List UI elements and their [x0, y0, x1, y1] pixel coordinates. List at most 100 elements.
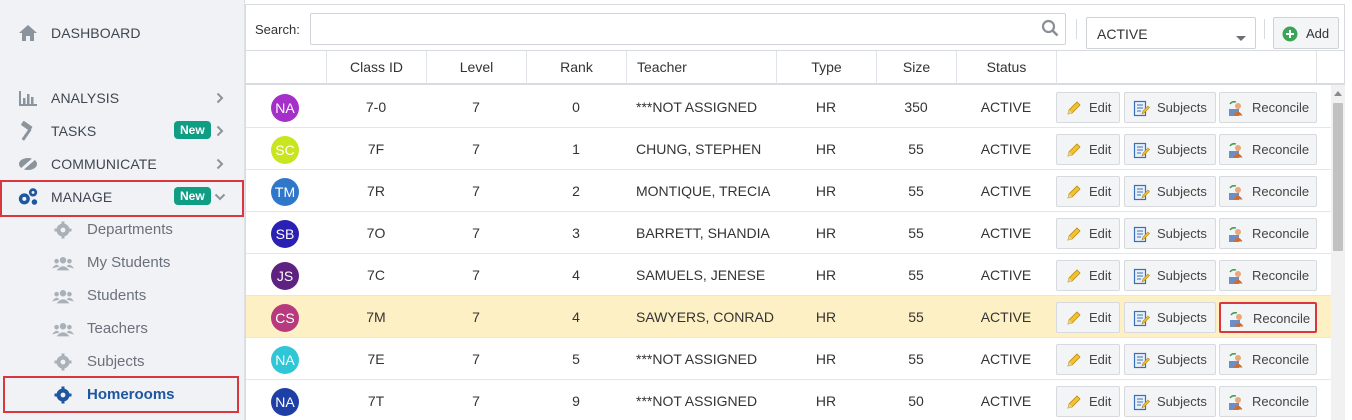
table-row[interactable]: NA 7T 7 9 ***NOT ASSIGNED HR 50 ACTIVE E… — [246, 380, 1332, 420]
sub-teachers[interactable]: Teachers — [0, 312, 245, 345]
table-row[interactable]: SC 7F 7 1 CHUNG, STEPHEN HR 55 ACTIVE Ed… — [246, 128, 1332, 170]
user-sync-icon — [1228, 184, 1245, 201]
sub-students[interactable]: Students — [0, 279, 245, 312]
cell-rank: 9 — [572, 393, 580, 409]
reconcile-button[interactable]: Reconcile — [1219, 92, 1317, 123]
reconcile-button[interactable]: Reconcile — [1219, 176, 1317, 207]
cell-size: 55 — [908, 309, 924, 325]
sub-subjects[interactable]: Subjects — [0, 345, 245, 378]
bar-chart-icon — [17, 87, 39, 109]
edit-button[interactable]: Edit — [1056, 386, 1120, 417]
user-sync-icon — [1229, 311, 1246, 328]
reconcile-button[interactable]: Reconcile — [1219, 302, 1317, 333]
subjects-button-label: Subjects — [1157, 226, 1207, 241]
status-filter-select[interactable]: ACTIVE — [1086, 17, 1256, 49]
add-button[interactable]: Add — [1273, 17, 1339, 49]
cell-rank: 3 — [572, 225, 580, 241]
cell-rank: 4 — [572, 267, 580, 283]
table-row[interactable]: TM 7R 7 2 MONTIQUE, TRECIA HR 55 ACTIVE … — [246, 170, 1332, 212]
edit-button[interactable]: Edit — [1056, 344, 1120, 375]
subjects-button[interactable]: Subjects — [1124, 218, 1216, 249]
avatar: CS — [271, 304, 299, 332]
table-row[interactable]: CS 7M 7 4 SAWYERS, CONRAD HR 55 ACTIVE E… — [246, 296, 1332, 338]
subjects-button-label: Subjects — [1157, 100, 1207, 115]
cell-type: HR — [815, 183, 837, 199]
col-class-id[interactable]: Class ID — [326, 51, 426, 84]
cell-level: 7 — [472, 309, 480, 325]
document-edit-icon — [1133, 310, 1150, 327]
col-status[interactable]: Status — [956, 51, 1056, 84]
nav-analysis[interactable]: ANALYSIS — [0, 81, 245, 114]
user-sync-icon — [1228, 226, 1245, 243]
subjects-button[interactable]: Subjects — [1124, 92, 1216, 123]
nav-tasks[interactable]: TASKS New — [0, 114, 245, 147]
col-rank[interactable]: Rank — [526, 51, 626, 84]
cell-level: 7 — [472, 183, 480, 199]
edit-button[interactable]: Edit — [1056, 260, 1120, 291]
cell-level: 7 — [472, 267, 480, 283]
col-teacher[interactable]: Teacher — [626, 51, 776, 84]
search-field[interactable] — [310, 13, 1066, 45]
avatar: TM — [271, 178, 299, 206]
vertical-scrollbar[interactable] — [1331, 85, 1345, 420]
edit-button-label: Edit — [1089, 352, 1112, 367]
avatar: NA — [271, 94, 299, 122]
homerooms-highlight-box — [3, 376, 239, 413]
nav-communicate[interactable]: COMMUNICATE — [0, 147, 245, 180]
edit-button-label: Edit — [1089, 100, 1112, 115]
cell-rank: 2 — [572, 183, 580, 199]
subjects-button-label: Subjects — [1157, 352, 1207, 367]
table-header: Class ID Level Rank Teacher Type Size St… — [246, 51, 1344, 85]
subjects-button[interactable]: Subjects — [1124, 134, 1216, 165]
reconcile-button[interactable]: Reconcile — [1219, 344, 1317, 375]
col-type[interactable]: Type — [776, 51, 876, 84]
pencil-icon — [1065, 268, 1082, 285]
subjects-button[interactable]: Subjects — [1124, 302, 1216, 333]
reconcile-button[interactable]: Reconcile — [1219, 218, 1317, 249]
subjects-button[interactable]: Subjects — [1124, 176, 1216, 207]
cell-level: 7 — [472, 99, 480, 115]
cell-class-id: 7O — [366, 225, 386, 241]
search-input[interactable] — [319, 19, 1019, 39]
nav-dashboard[interactable]: DASHBOARD — [0, 16, 245, 49]
table-row[interactable]: NA 7-0 7 0 ***NOT ASSIGNED HR 350 ACTIVE… — [246, 86, 1332, 128]
table-row[interactable]: NA 7E 7 5 ***NOT ASSIGNED HR 55 ACTIVE E… — [246, 338, 1332, 380]
col-avatar-header — [246, 51, 326, 84]
scrollbar-thumb[interactable] — [1333, 103, 1343, 251]
reconcile-button[interactable]: Reconcile — [1219, 260, 1317, 291]
cell-size: 55 — [908, 141, 924, 157]
nav-communicate-label: COMMUNICATE — [51, 155, 157, 172]
sub-my-students[interactable]: My Students — [0, 246, 245, 279]
subjects-button[interactable]: Subjects — [1124, 260, 1216, 291]
nav-dashboard-label: DASHBOARD — [51, 24, 141, 41]
users-icon — [52, 252, 74, 274]
edit-button-label: Edit — [1089, 184, 1112, 199]
table-row[interactable]: SB 7O 7 3 BARRETT, SHANDIA HR 55 ACTIVE … — [246, 212, 1332, 254]
gear-icon — [52, 351, 74, 373]
edit-button[interactable]: Edit — [1056, 134, 1120, 165]
cell-rank: 5 — [572, 351, 580, 367]
nav-tasks-label: TASKS — [51, 122, 97, 139]
pencil-icon — [1065, 100, 1082, 117]
cell-class-id: 7E — [367, 351, 385, 367]
cell-class-id: 7R — [367, 183, 385, 199]
edit-button[interactable]: Edit — [1056, 218, 1120, 249]
subjects-button[interactable]: Subjects — [1124, 344, 1216, 375]
reconcile-button[interactable]: Reconcile — [1219, 386, 1317, 417]
edit-button[interactable]: Edit — [1056, 176, 1120, 207]
document-edit-icon — [1133, 142, 1150, 159]
edit-button-label: Edit — [1089, 226, 1112, 241]
user-sync-icon — [1228, 142, 1245, 159]
reconcile-button-label: Reconcile — [1252, 394, 1310, 409]
sub-departments[interactable]: Departments — [0, 213, 245, 246]
table-row[interactable]: JS 7C 7 4 SAMUELS, JENESE HR 55 ACTIVE E… — [246, 254, 1332, 296]
edit-button[interactable]: Edit — [1056, 92, 1120, 123]
cell-level: 7 — [472, 225, 480, 241]
edit-button[interactable]: Edit — [1056, 302, 1120, 333]
scroll-up-arrow-icon[interactable] — [1334, 91, 1342, 96]
subjects-button[interactable]: Subjects — [1124, 386, 1216, 417]
search-icon[interactable] — [1041, 19, 1061, 39]
reconcile-button[interactable]: Reconcile — [1219, 134, 1317, 165]
col-level[interactable]: Level — [426, 51, 526, 84]
col-size[interactable]: Size — [876, 51, 956, 84]
